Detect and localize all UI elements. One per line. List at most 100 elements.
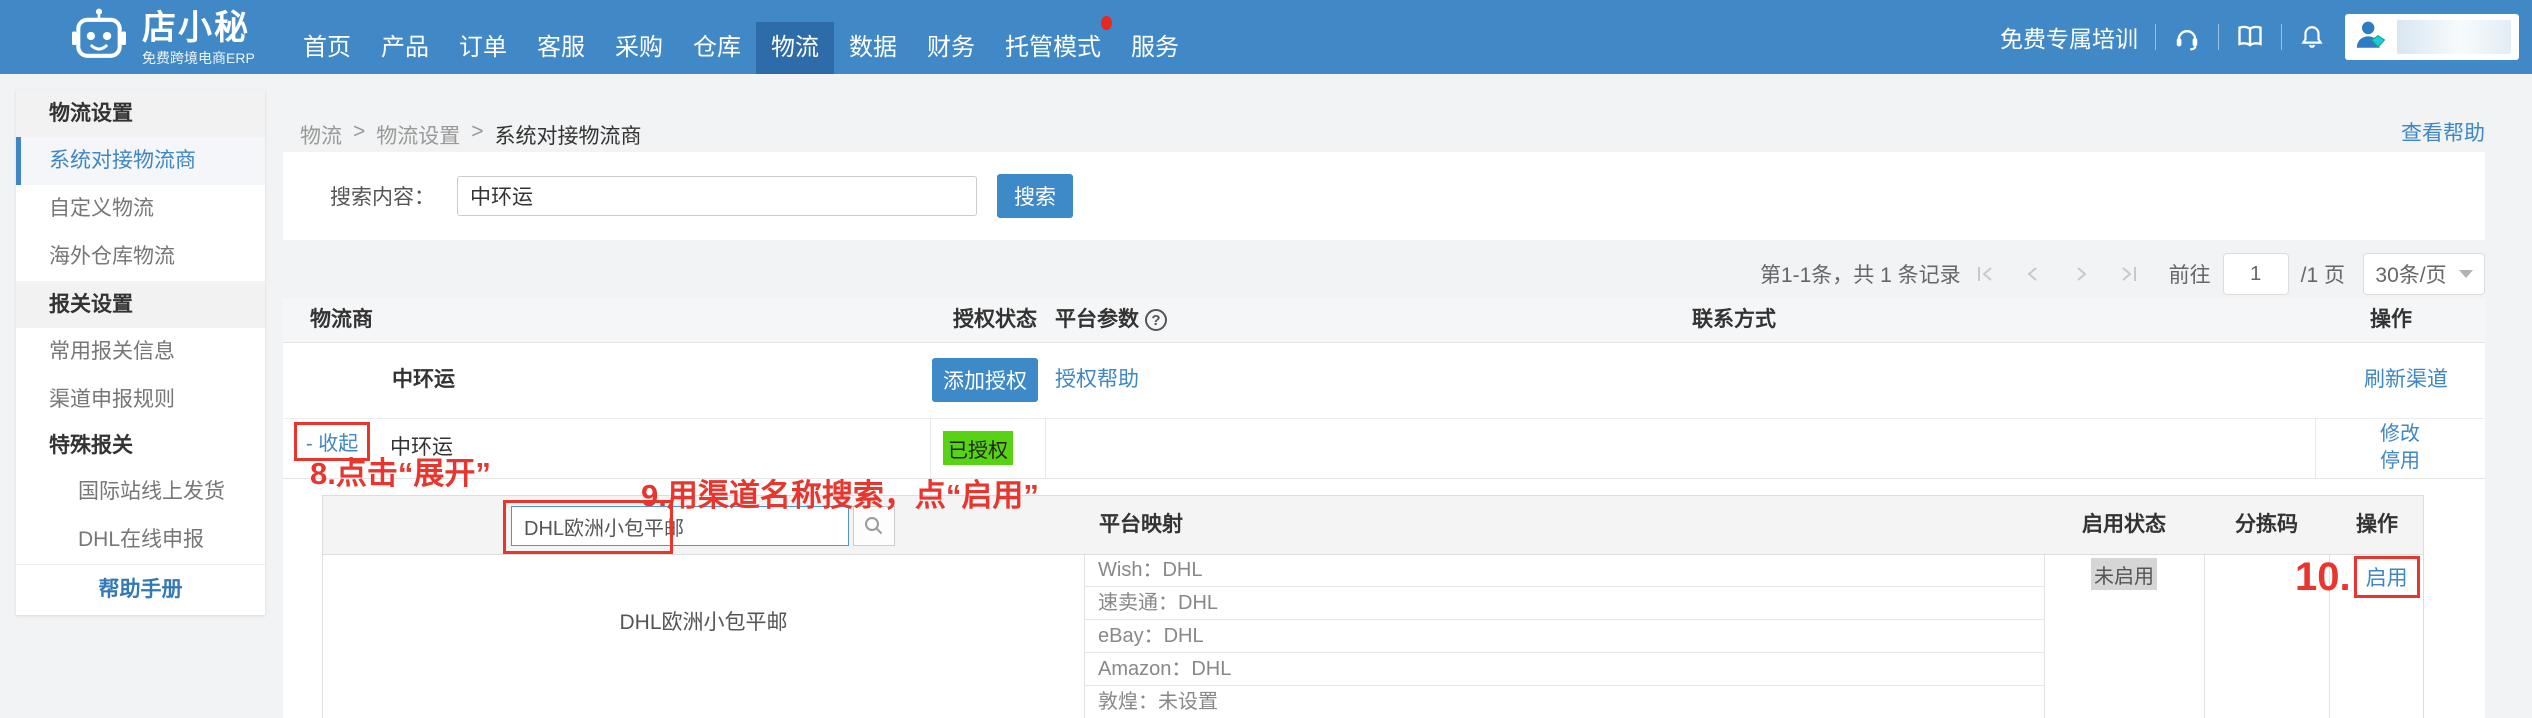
nav-item-hosting[interactable]: 托管模式 (990, 16, 1116, 74)
sidebar-header-customs-settings: 报关设置 (16, 281, 265, 328)
nav-item-home[interactable]: 首页 (288, 22, 366, 74)
column-divider (930, 418, 931, 478)
notification-dot (1101, 16, 1112, 30)
modify-link[interactable]: 修改 (2315, 421, 2485, 448)
page-number-input[interactable] (2222, 253, 2289, 295)
mapping-ebay: eBay：DHL (1084, 620, 2044, 653)
col-contact: 联系方式 (1692, 308, 1776, 331)
sidebar-item-intl-site-shipping[interactable]: 国际站线上发货 (16, 468, 265, 516)
channel-row: DHL欧洲小包平邮 Wish：DHL 速卖通：DHL eBay：DHL Amaz… (323, 554, 2423, 718)
annotation-step10: 10. (2295, 554, 2351, 599)
nav-item-data[interactable]: 数据 (834, 22, 912, 74)
user-avatar-icon (2353, 18, 2389, 57)
nav-item-purchase[interactable]: 采购 (600, 22, 678, 74)
provider-search-input[interactable] (457, 176, 977, 216)
channel-name: DHL欧洲小包平邮 (619, 611, 788, 634)
col-enable-status: 启用状态 (2082, 513, 2166, 536)
headset-icon[interactable] (2173, 23, 2201, 51)
breadcrumb-logistics-settings[interactable]: 物流设置 (376, 120, 460, 150)
sidebar-item-custom-logistics[interactable]: 自定义物流 (16, 185, 265, 233)
provider-row: 中环运 添加授权 授权帮助 刷新渠道 (283, 342, 2485, 419)
search-label: 搜索内容： (330, 186, 435, 209)
authorization-help-link[interactable]: 授权帮助 (1055, 342, 1139, 418)
col-platform-params: 平台参数 ? (1055, 298, 1167, 342)
search-button[interactable]: 搜索 (997, 174, 1073, 218)
sidebar-help-manual-link[interactable]: 帮助手册 (16, 564, 265, 615)
disable-link[interactable]: 停用 (2315, 448, 2485, 475)
sidebar-subheader-special-customs: 特殊报关 (49, 434, 133, 457)
mapping-dunhuang: 敦煌：未设置 (1084, 686, 2044, 718)
nav-item-services[interactable]: 服务 (1116, 22, 1194, 74)
provider-table-header: 物流商 授权状态 平台参数 ? 联系方式 操作 (283, 298, 2485, 343)
breadcrumb-current-page: 系统对接物流商 (494, 125, 642, 148)
bell-icon[interactable] (2299, 24, 2325, 50)
authorized-status-badge: 已授权 (943, 431, 1013, 465)
sidebar-item-channel-declare-rules[interactable]: 渠道申报规则 (16, 376, 265, 424)
col-provider: 物流商 (310, 308, 373, 331)
provider-search-card: 搜索内容： 搜索 (283, 152, 2485, 240)
nav-item-products[interactable]: 产品 (366, 22, 444, 74)
col-channel-actions: 操作 (2356, 513, 2398, 536)
sidebar: 物流设置 系统对接物流商 自定义物流 海外仓库物流 报关设置 常用报关信息 渠道… (16, 90, 265, 615)
sidebar-item-overseas-warehouse[interactable]: 海外仓库物流 (16, 233, 265, 281)
nav-item-orders[interactable]: 订单 (444, 22, 522, 74)
page-size-value: 30条/页 (2375, 264, 2447, 287)
brand-logo[interactable]: 店小秘 免费跨境电商ERP (72, 8, 255, 69)
brand-title: 店小秘 (142, 8, 250, 47)
step10-annotation-group: 10. 启用 (2295, 554, 2420, 600)
row-operations: 修改 停用 (2315, 421, 2485, 475)
page-total-label: /1 页 (2300, 264, 2345, 287)
channel-table-header: 平台映射 启用状态 分拣码 操作 (323, 496, 2423, 555)
manual-book-icon[interactable] (2236, 23, 2264, 51)
training-link[interactable]: 免费专属培训 (2000, 20, 2138, 54)
nav-item-warehouse[interactable]: 仓库 (678, 22, 756, 74)
add-authorization-button[interactable]: 添加授权 (932, 358, 1038, 402)
last-page-icon[interactable] (2118, 263, 2140, 285)
col-actions: 操作 (2370, 308, 2412, 331)
provider-name: 中环运 (392, 368, 455, 391)
goto-label: 前往 (2168, 264, 2211, 287)
provider-expanded-row: - 收起 中环运 已授权 修改 停用 (283, 418, 2485, 479)
mapping-amazon: Amazon：DHL (1084, 653, 2044, 686)
col-platform-mapping: 平台映射 (1099, 513, 1183, 536)
platform-mappings: Wish：DHL 速卖通：DHL eBay：DHL Amazon：DHL 敦煌：… (1084, 554, 2044, 718)
nav-item-logistics-active[interactable]: 物流 (756, 22, 834, 74)
breadcrumb-logistics[interactable]: 物流 (300, 120, 342, 150)
pagination-bar: 第1-1条，共 1 条记录 前往 /1 页 30条/页 (1760, 252, 2485, 296)
nav-item-finance[interactable]: 财务 (912, 22, 990, 74)
sidebar-header-logistics-settings: 物流设置 (16, 90, 265, 137)
not-enabled-status-badge: 未启用 (2091, 558, 2157, 590)
pagination-summary: 第1-1条，共 1 条记录 (1759, 264, 1961, 287)
refresh-channels-link[interactable]: 刷新渠道 (2364, 342, 2448, 418)
first-page-icon[interactable] (1974, 263, 1996, 285)
prev-page-icon[interactable] (2022, 263, 2044, 285)
col-auth-status: 授权状态 (953, 308, 1037, 331)
sidebar-item-dhl-online-declare[interactable]: DHL在线申报 (16, 516, 265, 564)
col-sort-code: 分拣码 (2235, 513, 2298, 536)
next-page-icon[interactable] (2070, 263, 2092, 285)
column-divider (1045, 418, 1046, 478)
username-redacted (2397, 20, 2511, 54)
breadcrumb: 物流 > 物流设置 > 系统对接物流商 (300, 120, 642, 150)
enable-channel-link[interactable]: 启用 (2366, 567, 2408, 590)
annotation-step8: 8.点击“展开” (310, 456, 491, 491)
question-circle-icon[interactable]: ? (1145, 309, 1167, 331)
divider (2155, 24, 2156, 50)
divider (2218, 24, 2219, 50)
mapping-wish: Wish：DHL (1084, 554, 2044, 587)
mapping-aliexpress: 速卖通：DHL (1084, 587, 2044, 620)
page-size-select[interactable]: 30条/页 (2363, 253, 2485, 295)
main-nav: 首页 产品 订单 客服 采购 仓库 物流 数据 财务 托管模式 服务 (288, 0, 1194, 74)
provider-table: 物流商 授权状态 平台参数 ? 联系方式 操作 中环运 添加授权 授权帮助 刷新… (283, 298, 2485, 718)
robot-logo-icon (72, 8, 126, 69)
brand-subtitle: 免费跨境电商ERP (142, 49, 255, 66)
sidebar-item-customs-info[interactable]: 常用报关信息 (16, 328, 265, 376)
nav-item-service[interactable]: 客服 (522, 22, 600, 74)
view-help-link[interactable]: 查看帮助 (2401, 117, 2485, 147)
sidebar-item-system-carriers[interactable]: 系统对接物流商 (16, 137, 265, 185)
user-account-box[interactable] (2345, 14, 2519, 60)
step10-highlight-box: 启用 (2353, 556, 2420, 598)
breadcrumb-separator: > (353, 120, 366, 143)
top-navbar: 店小秘 免费跨境电商ERP 首页 产品 订单 客服 采购 仓库 物流 数据 财务… (0, 0, 2532, 74)
chevron-down-icon (2458, 270, 2473, 278)
